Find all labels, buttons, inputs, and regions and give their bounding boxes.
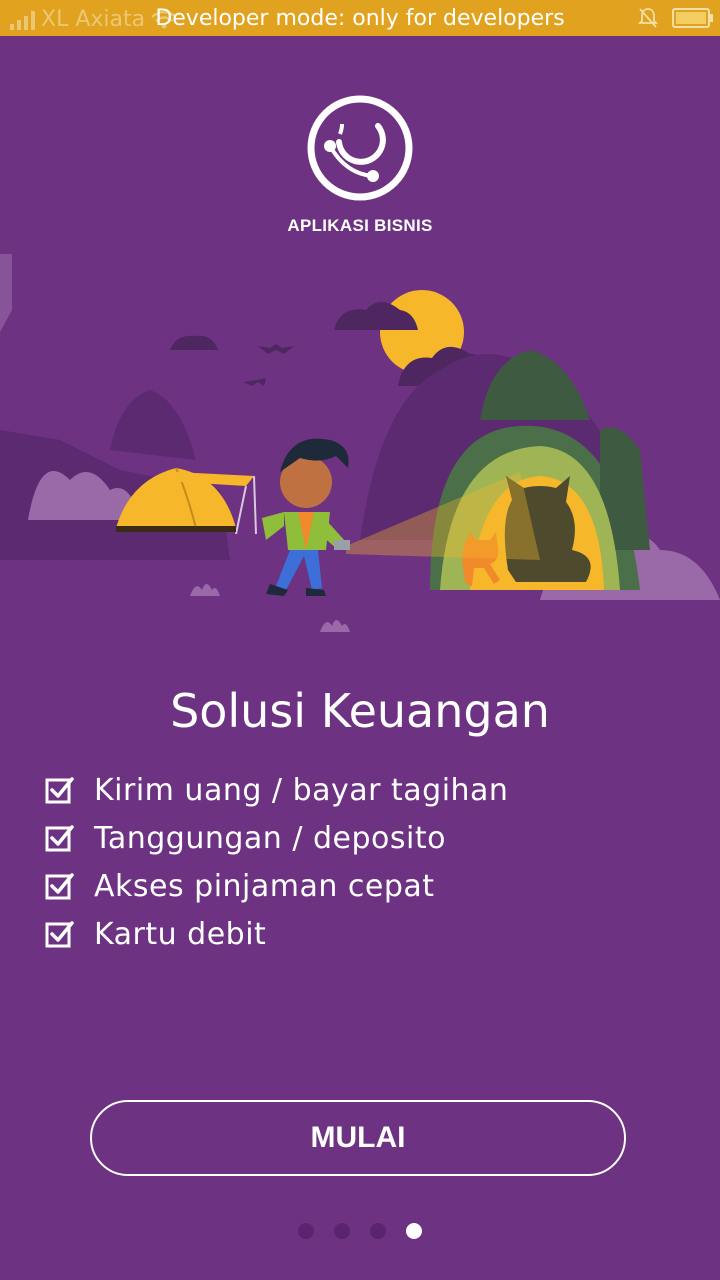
check-box-icon	[45, 873, 74, 900]
page-dot[interactable]	[334, 1223, 350, 1239]
page-indicator	[298, 1223, 422, 1239]
notification-off-icon	[638, 8, 658, 28]
feature-label: Akses pinjaman cepat	[94, 868, 435, 904]
page-dot-active[interactable]	[406, 1223, 422, 1239]
headline: Solusi Keuangan	[170, 684, 550, 738]
brand-logo-icon	[307, 95, 413, 201]
check-box-icon	[45, 921, 74, 948]
battery-icon	[672, 8, 713, 28]
brand-name: APLIKASI BISNIS	[287, 216, 433, 235]
page-dot[interactable]	[370, 1223, 386, 1239]
check-box-icon	[45, 825, 74, 852]
feature-label: Kirim uang / bayar tagihan	[94, 772, 509, 808]
page-dot[interactable]	[298, 1223, 314, 1239]
status-right	[638, 7, 713, 29]
feature-item: Tanggungan / deposito	[44, 814, 508, 862]
battery-fill	[676, 12, 706, 24]
feature-item: Kartu debit	[44, 910, 508, 958]
feature-item: Kirim uang / bayar tagihan	[44, 766, 508, 814]
developer-mode-banner: Developer mode: only for developers	[155, 6, 565, 31]
feature-label: Tanggungan / deposito	[94, 820, 446, 856]
feature-list: Kirim uang / bayar tagihan Tanggungan / …	[44, 766, 508, 958]
feature-item: Akses pinjaman cepat	[44, 862, 508, 910]
feature-label: Kartu debit	[94, 916, 267, 952]
check-box-icon	[45, 777, 74, 804]
start-button[interactable]: MULAI	[90, 1100, 626, 1176]
camping-illustration	[0, 254, 720, 632]
status-bar: XL Axiata Developer mode: only for devel…	[0, 0, 720, 36]
